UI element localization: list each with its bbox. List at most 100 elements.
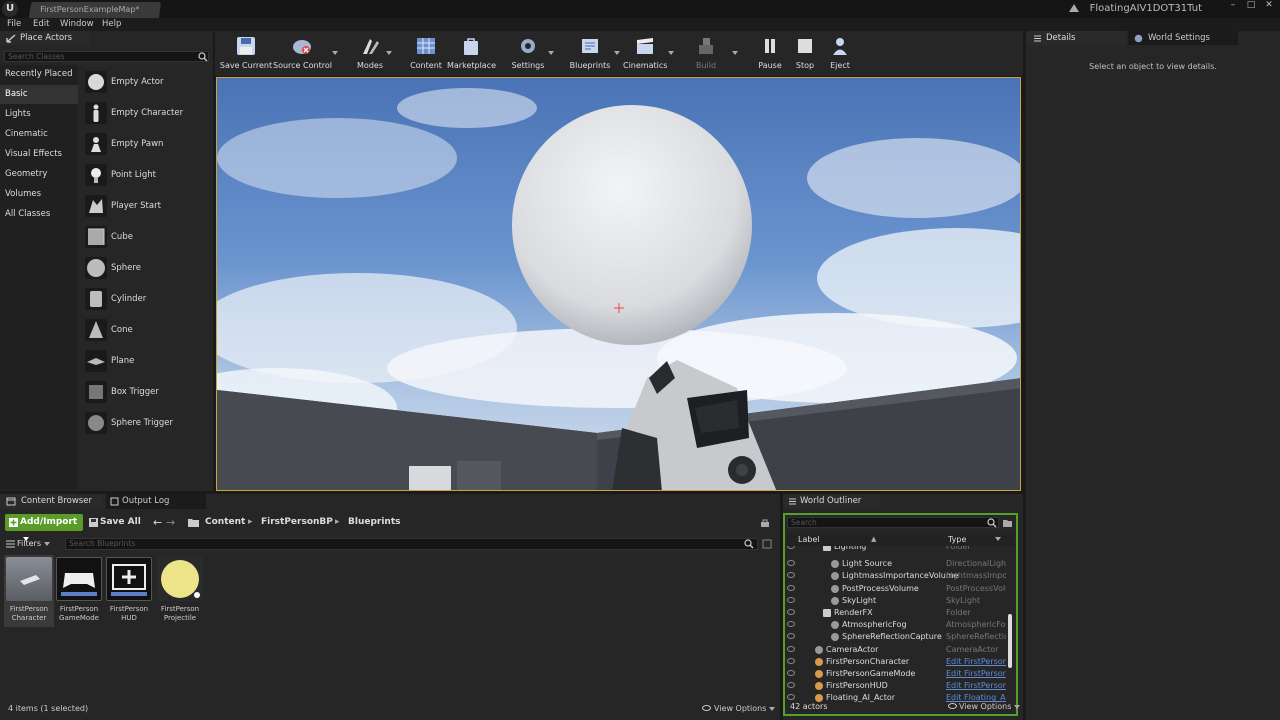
maximize-button[interactable]: □ [1242,0,1260,12]
asset-firstperson-hud[interactable]: FirstPerson HUD [104,555,154,627]
minimize-button[interactable]: – [1224,0,1242,12]
add-folder-icon[interactable] [1002,517,1013,528]
content-browser-tab[interactable]: Content Browser [0,494,103,509]
save-all-button[interactable]: Save All [89,514,141,531]
build-dropdown-icon[interactable] [732,51,738,55]
blueprints-dropdown-icon[interactable] [614,51,620,55]
outliner-row[interactable]: SkyLight SkyLight [787,595,1014,607]
actor-item-empty-character[interactable]: Empty Character [80,98,210,128]
edit-blueprint-link[interactable]: Edit FirstPerson [946,680,1006,692]
outliner-search-input[interactable]: Search [787,517,999,528]
actor-item-empty-actor[interactable]: Empty Actor [80,67,210,97]
outliner-row[interactable]: SphereReflectionCapture SphereReflection [787,631,1014,643]
outliner-row[interactable]: RenderFX Folder [787,607,1014,619]
content-button[interactable]: Content [408,31,444,76]
visibility-eye-icon[interactable] [787,609,795,615]
world-outliner-tab[interactable]: World Outliner [783,494,880,509]
breadcrumb-firstpersonbp[interactable]: FirstPersonBP [261,514,333,531]
actor-item-sphere[interactable]: Sphere [80,253,210,283]
cinematics-button[interactable]: Cinematics [623,31,667,76]
filters-button[interactable]: Filters [5,538,63,550]
outliner-row[interactable]: PostProcessVolume PostProcessVolume [787,583,1014,595]
source-control-dropdown-icon[interactable] [332,51,338,55]
world-settings-tab[interactable]: World Settings [1128,31,1238,45]
actor-item-plane[interactable]: Plane [80,346,210,376]
outliner-row[interactable]: LightmassImportanceVolumeLightmassImport… [787,570,1014,582]
cinematics-dropdown-icon[interactable] [668,51,674,55]
actor-item-cone[interactable]: Cone [80,315,210,345]
blueprints-button[interactable]: Blueprints [569,31,611,76]
save-current-button[interactable]: Save Current [218,31,274,76]
outliner-row[interactable]: FirstPersonHUD Edit FirstPerson [787,680,1014,692]
visibility-eye-icon[interactable] [787,633,795,640]
forward-arrow-icon[interactable]: → [166,514,175,531]
visibility-eye-icon[interactable] [787,682,795,689]
output-log-tab[interactable]: Output Log [106,494,206,509]
category-recently-placed[interactable]: Recently Placed [0,65,78,84]
visibility-eye-icon[interactable] [787,694,795,701]
visibility-eye-icon[interactable] [787,584,795,591]
category-cinematic[interactable]: Cinematic [0,125,78,144]
settings-dropdown-icon[interactable] [548,51,554,55]
column-type[interactable]: Type [948,533,966,546]
class-search-input[interactable]: Search Classes [4,51,209,62]
add-import-button[interactable]: Add/Import [5,514,83,541]
actor-item-empty-pawn[interactable]: Empty Pawn [80,129,210,159]
breadcrumb-blueprints[interactable]: Blueprints [348,514,401,531]
outliner-scrollbar[interactable] [1008,614,1012,668]
visibility-eye-icon[interactable] [787,572,795,579]
content-view-options-button[interactable]: View Options [702,704,776,713]
actor-item-player-start[interactable]: Player Start [80,191,210,221]
outliner-row[interactable]: Light Source DirectionalLight [787,558,1014,570]
source-control-button[interactable]: Source Control [273,31,332,76]
category-lights[interactable]: Lights [0,105,78,124]
menu-file[interactable]: File [7,18,21,31]
visibility-eye-icon[interactable] [787,670,795,676]
eject-button[interactable]: Eject [825,31,855,76]
visibility-eye-icon[interactable] [787,596,795,603]
modes-button[interactable]: Modes [351,31,389,76]
stop-button[interactable]: Stop [790,31,820,76]
modes-dropdown-icon[interactable] [386,51,392,55]
back-arrow-icon[interactable]: ← [153,514,162,531]
category-basic[interactable]: Basic [0,85,78,104]
map-tab[interactable]: FirstPersonExampleMap* [28,2,162,18]
place-actors-tab[interactable]: Place Actors [0,31,90,45]
asset-firstperson-gamemode[interactable]: FirstPerson GameMode [54,555,104,627]
breadcrumb-content[interactable]: Content [205,514,245,531]
build-button[interactable]: Build [694,31,718,76]
edit-blueprint-link[interactable]: Edit FirstPerson [946,668,1006,680]
visibility-eye-icon[interactable] [787,657,795,664]
actor-item-point-light[interactable]: Point Light [80,160,210,190]
outliner-row[interactable]: CameraActor CameraActor [787,644,1014,656]
settings-button[interactable]: Settings [511,31,545,76]
menu-edit[interactable]: Edit [33,18,49,31]
pause-button[interactable]: Pause [755,31,785,76]
asset-search-input[interactable]: Search Blueprints [65,538,758,550]
lock-panel-icon[interactable] [760,518,770,528]
marketplace-button[interactable]: Marketplace [447,31,496,76]
outliner-row[interactable]: FirstPersonCharacter Edit FirstPerson [787,656,1014,668]
category-visual-effects[interactable]: Visual Effects [0,145,78,164]
actor-item-sphere-trigger[interactable]: Sphere Trigger [80,408,210,438]
type-column-dropdown-icon[interactable] [995,537,1001,541]
visibility-eye-icon[interactable] [787,621,795,628]
edit-blueprint-link[interactable]: Edit FirstPerson [946,656,1006,668]
asset-firstperson-character[interactable]: FirstPerson Character [4,555,54,627]
actor-item-cylinder[interactable]: Cylinder [80,284,210,314]
actor-item-box-trigger[interactable]: Box Trigger [80,377,210,407]
history-icon[interactable] [762,539,772,549]
menu-help[interactable]: Help [102,18,121,31]
details-tab[interactable]: Details [1026,31,1126,45]
category-all-classes[interactable]: All Classes [0,205,78,224]
menu-window[interactable]: Window [60,18,94,31]
column-label[interactable]: Label [798,533,820,546]
visibility-eye-icon[interactable] [787,560,795,567]
outliner-view-options-button[interactable]: View Options [948,702,1021,711]
level-viewport[interactable] [216,77,1021,491]
actor-item-cube[interactable]: Cube [80,222,210,252]
visibility-eye-icon[interactable] [787,645,795,652]
category-volumes[interactable]: Volumes [0,185,78,204]
close-button[interactable]: ✕ [1260,0,1278,12]
category-geometry[interactable]: Geometry [0,165,78,184]
